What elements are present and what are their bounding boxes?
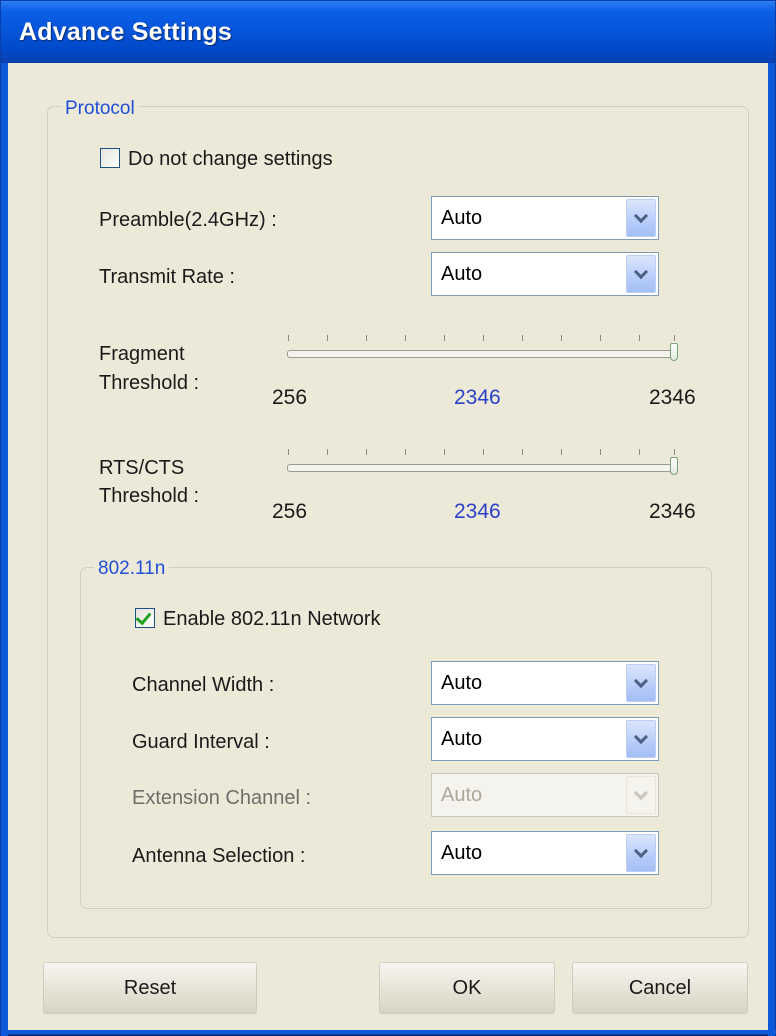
slider-track[interactable] (287, 350, 673, 358)
chevron-down-icon[interactable] (626, 664, 656, 702)
dialog-title: Advance Settings (19, 18, 232, 46)
do-not-change-label[interactable]: Do not change settings (128, 147, 333, 171)
slider-tick (600, 449, 601, 455)
preamble-label: Preamble(2.4GHz) : (99, 209, 277, 231)
rts-max-value: 2346 (649, 500, 696, 523)
antenna-selection-value: Auto (441, 842, 483, 864)
slider-tick (288, 335, 289, 341)
enable-80211n-checkbox[interactable] (135, 608, 155, 628)
antenna-selection-label: Antenna Selection : (132, 845, 306, 867)
rts-min-value: 256 (272, 500, 308, 523)
guard-interval-label: Guard Interval : (132, 731, 270, 753)
enable-80211n-label[interactable]: Enable 802.11n Network (163, 607, 381, 631)
fragment-min-value: 256 (272, 386, 308, 409)
extension-channel-label: Extension Channel : (132, 787, 312, 809)
slider-tick (639, 335, 640, 341)
transmit-rate-value: Auto (441, 263, 483, 285)
fragment-max-value: 2346 (649, 386, 696, 409)
slider-tick (674, 335, 675, 341)
slider-thumb[interactable] (670, 343, 678, 361)
slider-tick (483, 449, 484, 455)
slider-tick (288, 449, 289, 455)
rts-current-value: 2346 (454, 500, 501, 523)
slider-tick (561, 449, 562, 455)
slider-tick (327, 449, 328, 455)
slider-tick (405, 335, 406, 341)
preamble-value: Auto (441, 207, 483, 229)
extension-channel-value: Auto (441, 784, 483, 806)
chevron-down-icon (626, 776, 656, 814)
guard-interval-select[interactable]: Auto (431, 717, 659, 761)
slider-tick (522, 335, 523, 341)
extension-channel-select: Auto (431, 773, 659, 817)
chevron-down-icon[interactable] (626, 255, 656, 293)
cancel-button-label: Cancel (628, 977, 692, 999)
slider-tick (366, 335, 367, 341)
channel-width-value: Auto (441, 672, 483, 694)
slider-tick (639, 449, 640, 455)
slider-tick (327, 335, 328, 341)
slider-tick (444, 335, 445, 341)
n80211-legend: 802.11n (94, 558, 170, 580)
chevron-down-icon[interactable] (626, 720, 656, 758)
transmit-rate-select[interactable]: Auto (431, 252, 659, 296)
window-border-bottom (1, 1030, 776, 1034)
slider-tick (405, 449, 406, 455)
ok-button-label: OK (452, 977, 482, 999)
title-bar[interactable]: Advance Settings (1, 1, 775, 63)
slider-tick (444, 449, 445, 455)
rts-label-line2: Threshold : (99, 485, 200, 507)
slider-tick (366, 449, 367, 455)
window-border-left (1, 63, 8, 1036)
transmit-rate-label: Transmit Rate : (99, 266, 235, 288)
preamble-select[interactable]: Auto (431, 196, 659, 240)
channel-width-select[interactable]: Auto (431, 661, 659, 705)
cancel-button[interactable]: Cancel (572, 962, 748, 1014)
fragment-label-line2: Threshold : (99, 372, 200, 394)
channel-width-label: Channel Width : (132, 674, 275, 696)
ok-button[interactable]: OK (379, 962, 555, 1014)
slider-tick (522, 449, 523, 455)
rts-threshold-slider[interactable] (287, 443, 683, 493)
slider-thumb[interactable] (670, 457, 678, 475)
slider-tick (674, 449, 675, 455)
advance-settings-dialog: Advance Settings Protocol Do not change … (0, 0, 776, 1036)
slider-tick (561, 335, 562, 341)
reset-button-label: Reset (123, 977, 177, 999)
antenna-selection-select[interactable]: Auto (431, 831, 659, 875)
guard-interval-value: Auto (441, 728, 483, 750)
protocol-legend: Protocol (61, 98, 139, 120)
chevron-down-icon[interactable] (626, 199, 656, 237)
do-not-change-checkbox[interactable] (100, 148, 120, 168)
chevron-down-icon[interactable] (626, 834, 656, 872)
fragment-current-value: 2346 (454, 386, 501, 409)
checkmark-icon (135, 608, 152, 626)
window-border-right (768, 63, 775, 1036)
fragment-threshold-slider[interactable] (287, 329, 683, 379)
slider-tick (600, 335, 601, 341)
slider-track[interactable] (287, 464, 673, 472)
fragment-label-line1: Fragment (99, 343, 185, 365)
rts-label-line1: RTS/CTS (99, 457, 185, 479)
slider-tick (483, 335, 484, 341)
reset-button[interactable]: Reset (43, 962, 257, 1014)
